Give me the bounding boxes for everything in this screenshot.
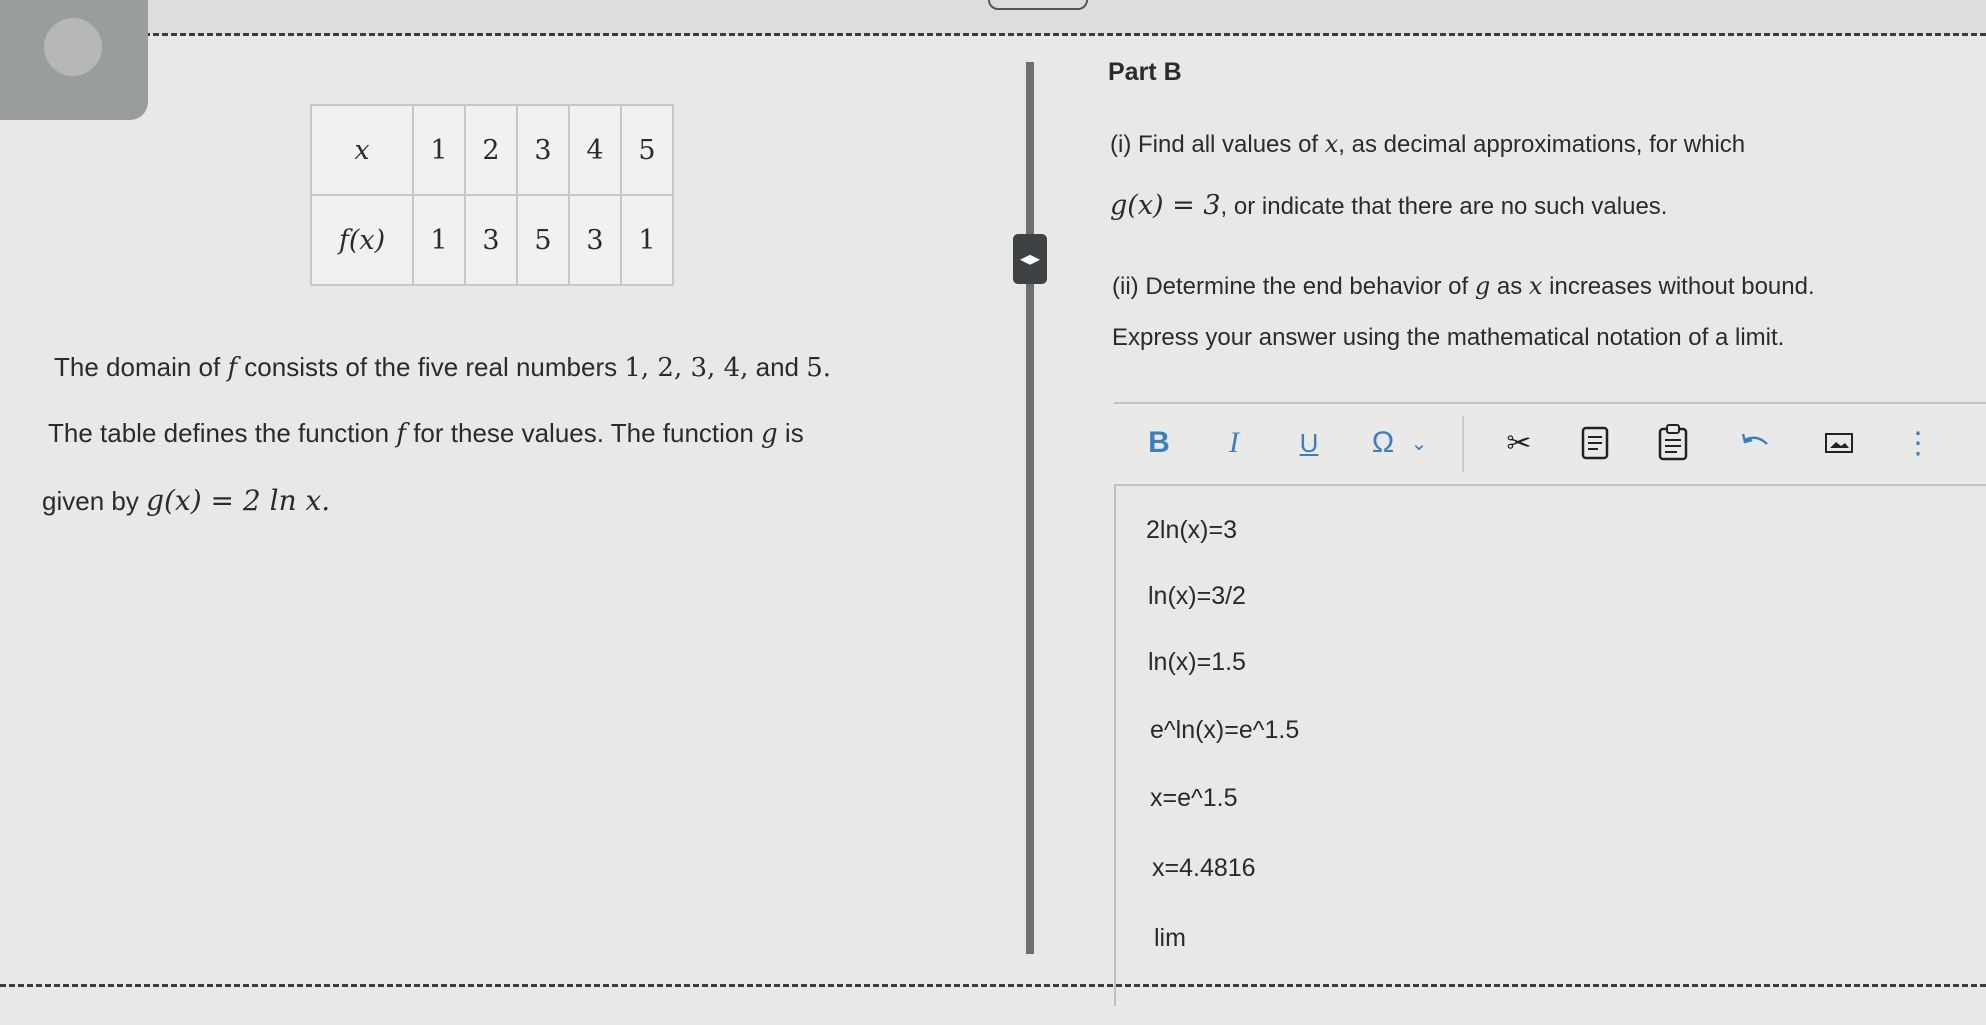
table-header-fx: f(x) [310,194,414,286]
answer-editor[interactable] [1114,406,1986,1006]
math-x: x [1324,130,1339,158]
answer-line[interactable]: ln(x)=3/2 [1148,582,1246,611]
text-segment: consists of the five real numbers [237,352,625,382]
bold-button[interactable]: B [1134,418,1184,468]
text-segment: increases without bound. [1542,273,1815,300]
answer-line[interactable]: 2ln(x)=3 [1146,516,1237,545]
paste-icon[interactable] [1648,418,1698,468]
toolbar-separator [1462,416,1464,472]
domain-text: The domain of f consists of the five rea… [54,352,831,383]
answer-line[interactable]: x=4.4816 [1152,854,1256,883]
text-segment: , as decimal approximations, for which [1338,131,1746,158]
table-cell: 1 [412,104,466,196]
question-2-line-1: (ii) Determine the end behavior of g as … [1112,272,1815,301]
table-cell: 1 [620,194,674,286]
text-segment: , or indicate that there are no such val… [1220,193,1668,220]
math-formula: g(x) = 3 [1110,190,1221,221]
math-g: g [761,419,778,449]
text-segment: given by [42,486,147,516]
editor-toolbar: B I U Ω ⌄ ✂ ⋮ [1114,402,1986,486]
table-cell: 3 [568,194,622,286]
answer-line[interactable]: e^ln(x)=e^1.5 [1150,716,1299,745]
given-text: given by g(x) = 2 ln x. [42,484,330,517]
left-pane: x 1 2 3 4 5 f(x) 1 3 5 3 1 The domain of… [0,34,1020,989]
answer-line[interactable]: ln(x)=1.5 [1148,648,1246,677]
table-cell: 5 [516,194,570,286]
top-tab[interactable] [988,0,1088,10]
text-segment: (i) Find all values of [1110,131,1325,158]
question-1-line-1: (i) Find all values of x, as decimal app… [1110,130,1745,159]
math-g: g [1474,272,1491,300]
cut-icon[interactable]: ✂ [1494,418,1544,468]
table-cell: 3 [516,104,570,196]
table-header-x: x [310,104,414,196]
image-icon[interactable] [1814,418,1864,468]
part-title: Part B [1108,58,1182,86]
function-table: x 1 2 3 4 5 f(x) 1 3 5 3 1 [310,104,674,286]
text-segment: The table defines the function [48,418,397,448]
text-segment: as [1490,273,1529,300]
answer-line[interactable]: x=e^1.5 [1150,784,1238,813]
math-numbers: 1, 2, 3, 4, [624,353,749,383]
table-cell: 4 [568,104,622,196]
text-segment: (ii) Determine the end behavior of [1112,273,1475,300]
math-formula: g(x) = 2 ln x. [146,484,331,517]
math-x: x [1528,272,1543,300]
table-cell: 3 [464,194,518,286]
text-segment: and [748,352,807,382]
math-f: f [227,353,238,383]
math-number: 5. [806,353,832,383]
table-definition-text: The table defines the function f for the… [48,418,804,449]
math-f: f [396,419,406,449]
underline-button[interactable]: U [1284,418,1334,468]
answer-line[interactable]: lim [1154,924,1186,953]
undo-icon[interactable] [1730,418,1780,468]
table-cell: 1 [412,194,466,286]
copy-icon[interactable] [1570,418,1620,468]
bottom-divider [0,984,1986,987]
more-options-icon[interactable]: ⋮ [1898,418,1938,468]
chevron-down-icon[interactable]: ⌄ [1404,418,1434,468]
table-row: x 1 2 3 4 5 [310,104,674,196]
text-segment: The domain of [54,352,228,382]
special-characters-button[interactable]: Ω [1360,418,1406,468]
right-pane: Part B (i) Find all values of x, as deci… [1034,34,1986,1006]
question-2-line-2: Express your answer using the mathematic… [1112,324,1785,351]
text-segment: for these values. The function [405,418,762,448]
italic-button[interactable]: I [1209,418,1259,468]
question-1-line-2: g(x) = 3, or indicate that there are no … [1110,190,1667,221]
text-segment: is [777,418,804,448]
table-cell: 2 [464,104,518,196]
table-row: f(x) 1 3 5 3 1 [310,194,674,286]
table-cell: 5 [620,104,674,196]
pane-divider[interactable] [1026,62,1034,954]
